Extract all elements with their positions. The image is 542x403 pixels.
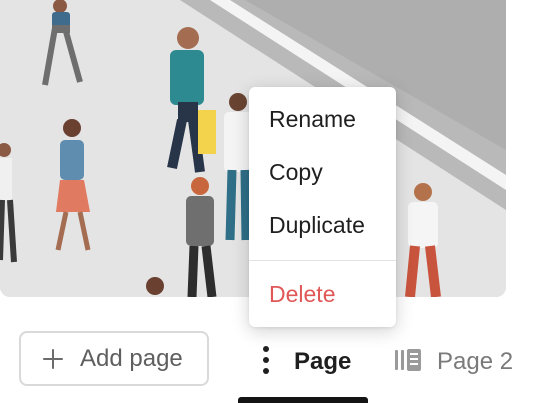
menu-divider	[249, 260, 396, 261]
menu-item-copy[interactable]: Copy	[249, 152, 396, 192]
menu-item-label: Rename	[269, 105, 356, 132]
menu-item-delete[interactable]: Delete	[249, 274, 396, 314]
menu-item-label: Copy	[269, 158, 323, 185]
editor-stage: Rename Copy Duplicate Delete Add page Pa…	[0, 0, 542, 403]
tab-label: Page	[294, 348, 352, 375]
active-tab-indicator	[238, 397, 368, 403]
page-doc-icon	[395, 349, 421, 371]
add-page-label: Add page	[80, 345, 183, 372]
more-vertical-icon[interactable]	[262, 346, 270, 376]
tab-page-2[interactable]: Page 2	[395, 340, 542, 386]
plus-icon	[43, 349, 63, 369]
tab-page[interactable]: Page	[238, 333, 368, 403]
menu-item-rename[interactable]: Rename	[249, 99, 396, 139]
add-page-button[interactable]: Add page	[19, 331, 209, 386]
menu-item-label: Delete	[269, 280, 336, 307]
menu-item-label: Duplicate	[269, 211, 365, 238]
page-context-menu: Rename Copy Duplicate Delete	[249, 87, 396, 327]
tab-label: Page 2	[437, 348, 514, 375]
canvas-right-margin	[506, 0, 542, 297]
menu-item-duplicate[interactable]: Duplicate	[249, 205, 396, 245]
